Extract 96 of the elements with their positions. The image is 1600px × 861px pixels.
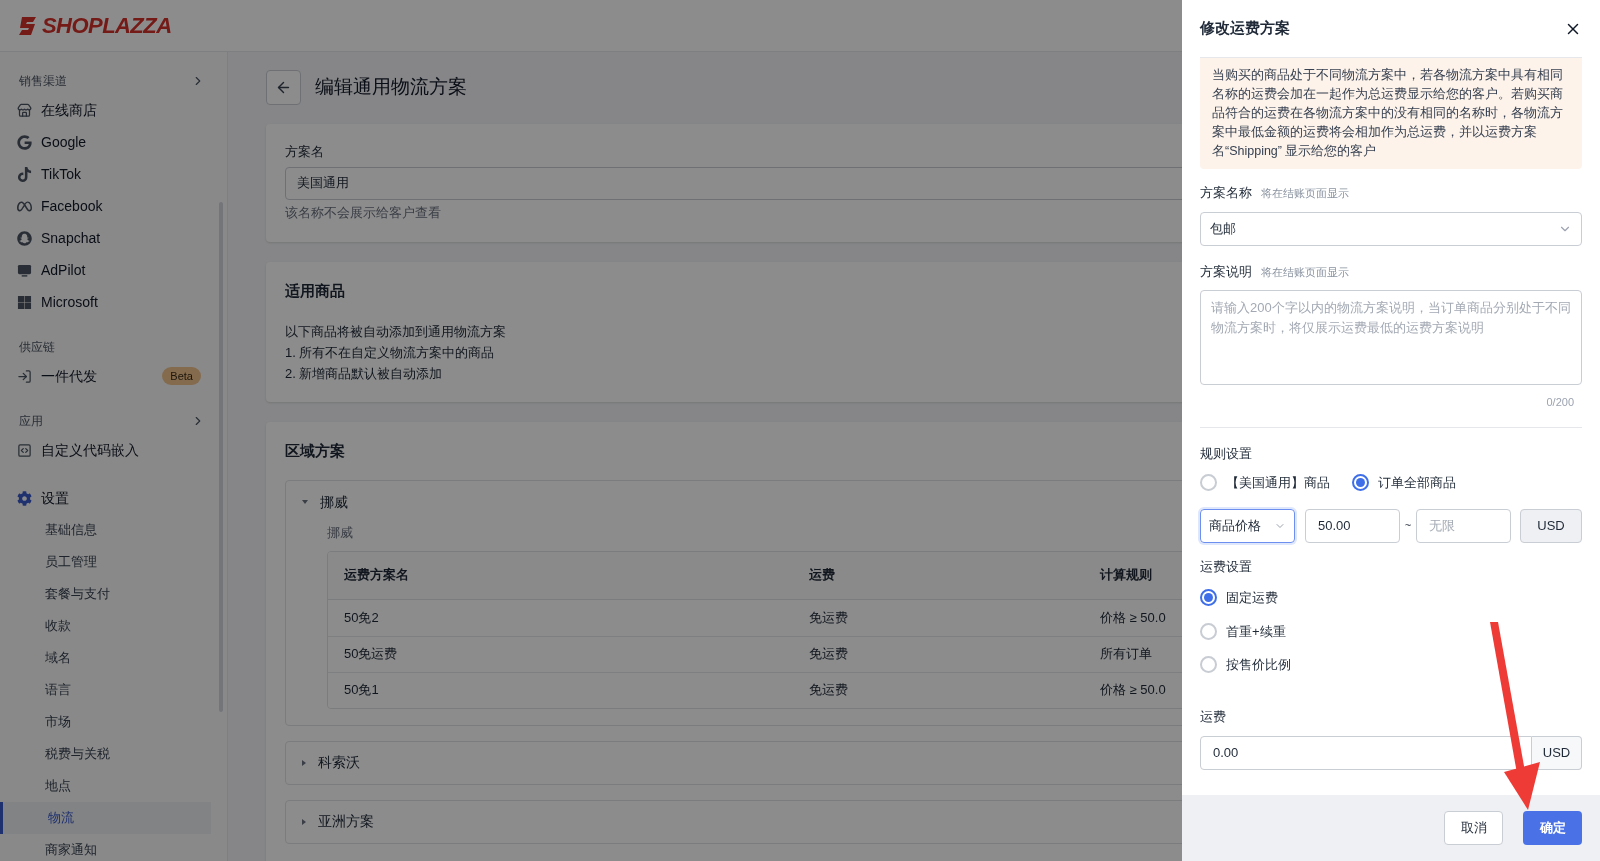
beta-badge: Beta (162, 366, 201, 386)
page-title: 编辑通用物流方案 (315, 75, 467, 100)
settings-icon (17, 490, 32, 506)
sidebar-subitem[interactable]: 收款 (0, 610, 211, 642)
google-icon (17, 134, 32, 150)
caret-right-icon[interactable] (302, 759, 306, 766)
range-separator: ~ (1403, 518, 1413, 534)
radio-button[interactable] (1200, 474, 1217, 492)
back-button[interactable] (266, 70, 301, 105)
notice-text: 当购买的商品处于不同物流方案中，若各物流方案中具有相同名称的运费会加在一起作为总运费显示给您的客户。若购买商品符合的运费在各物流方案中的没有相同的名称时，各物流方案中最低金额的运费将会相加作为总运费，并以运费方案名“Shipping” 显示给您的客户 (1200, 58, 1582, 169)
description-line: 2. 新增商品默认被自动添加 (285, 364, 444, 383)
section-title: 供应链 (19, 339, 55, 356)
table-cell-text: 50免运费 (344, 645, 399, 664)
condition-select[interactable]: 商品价格 (1200, 508, 1295, 543)
card-title: 区域方案 (285, 440, 346, 461)
monitor-icon (17, 262, 32, 278)
radio-button[interactable] (1200, 622, 1217, 640)
radio-button[interactable] (1200, 589, 1217, 607)
description-field[interactable]: 请输入200个字以内的物流方案说明，当订单商品分别处于不同物流方案时，将仅展示运费最低的运费方案说明 (1200, 290, 1582, 385)
radio-label[interactable]: 【美国通用】商品 (1226, 473, 1330, 493)
table-cell-text: 50免2 (344, 608, 380, 627)
fee-input[interactable]: 0.00 (1200, 736, 1532, 770)
field-label: 方案名 (285, 143, 325, 161)
char-counter: 0/200 (1546, 395, 1574, 410)
sidebar-subitem[interactable]: 市场 (0, 706, 211, 738)
sidebar-subitem[interactable]: 物流 (0, 802, 211, 834)
table-cell-text: 免运费 (809, 645, 849, 664)
sidebar-item[interactable]: TikTok (41, 163, 81, 185)
currency-label: USD (1532, 736, 1582, 770)
radio-label[interactable]: 按售价比例 (1226, 655, 1291, 675)
confirm-button[interactable]: 确定 (1523, 811, 1582, 845)
sidebar-item[interactable]: 自定义代码嵌入 (41, 439, 139, 461)
zone-name[interactable]: 科索沃 (318, 752, 360, 773)
section-title: 应用 (19, 413, 43, 430)
sidebar-subitem[interactable]: 套餐与支付 (0, 578, 211, 610)
hint-text: 将在结账页面显示 (1261, 186, 1349, 201)
sidebar-item[interactable]: Google (41, 131, 87, 153)
card-title: 适用商品 (285, 281, 346, 301)
sidebar-item[interactable]: Snapchat (41, 227, 101, 249)
table-cell-text: 价格 ≥ 50.0 (1100, 681, 1167, 700)
sidebar-subitem[interactable]: 商家通知 (0, 834, 211, 861)
min-input[interactable]: 50.00 (1305, 508, 1400, 543)
table-cell-text: 价格 ≥ 50.0 (1100, 608, 1167, 627)
table-cell-text: 免运费 (809, 681, 849, 700)
caret-down-icon[interactable] (302, 500, 308, 504)
sidebar-subitem[interactable]: 基础信息 (0, 514, 211, 546)
zone-name[interactable]: 亚洲方案 (318, 811, 374, 832)
radio-button[interactable] (1200, 656, 1217, 674)
logo-icon (18, 14, 38, 37)
ghost-icon (17, 230, 32, 246)
column-header: 计算规则 (1100, 566, 1153, 585)
zone-name[interactable]: 挪威 (320, 491, 348, 513)
store-icon (17, 102, 32, 118)
sidebar-subitem[interactable]: 员工管理 (0, 546, 211, 578)
column-header: 运费方案名 (344, 566, 410, 585)
zone-subtitle: 挪威 (327, 524, 354, 542)
sidebar-subitem[interactable]: 语言 (0, 674, 211, 706)
description-line: 1. 所有不在自定义物流方案中的商品 (285, 343, 496, 362)
radio-label[interactable]: 固定运费 (1226, 588, 1278, 608)
cancel-button[interactable]: 取消 (1444, 811, 1503, 845)
hint-text: 将在结账页面显示 (1261, 264, 1349, 280)
windows-icon (17, 294, 32, 310)
section-label: 运费设置 (1200, 557, 1253, 576)
logo-text: SHOPLAZZA (42, 12, 172, 40)
max-input[interactable]: 无限 (1416, 508, 1511, 543)
plan-name-select[interactable]: 包邮 (1200, 211, 1582, 246)
sidebar-item[interactable]: AdPilot (41, 259, 86, 281)
section-title: 销售渠道 (19, 73, 67, 90)
sidebar-item[interactable]: 一件代发 (41, 365, 97, 387)
sidebar-item[interactable]: Microsoft (41, 291, 98, 313)
description-line: 以下商品将被自动添加到通用物流方案 (285, 322, 507, 341)
field-label: 方案说明 (1200, 262, 1252, 281)
table-cell-text: 所有订单 (1100, 645, 1153, 664)
radio-label[interactable]: 订单全部商品 (1378, 473, 1456, 493)
radio-button[interactable] (1352, 474, 1369, 492)
sidebar-subitem[interactable]: 税费与关税 (0, 738, 211, 770)
sidebar-subitem[interactable]: 域名 (0, 642, 211, 674)
code-icon (17, 442, 32, 458)
sidebar-item[interactable]: 在线商店 (41, 99, 97, 121)
table-cell-text: 50免1 (344, 681, 380, 700)
field-label: 方案名称 (1200, 184, 1252, 202)
section-label: 运费 (1200, 707, 1227, 726)
currency-label: USD (1520, 508, 1582, 543)
import-icon (17, 368, 32, 384)
table-cell-text: 免运费 (809, 608, 849, 627)
sidebar-item[interactable]: 设置 (41, 487, 69, 509)
tiktok-icon (17, 166, 32, 182)
text-input[interactable]: 美国通用 (285, 166, 1182, 200)
drawer-title: 修改运费方案 (1200, 18, 1290, 39)
sidebar-subitem[interactable]: 地点 (0, 770, 211, 802)
column-header: 运费 (809, 566, 836, 585)
hint-text: 该名称不会展示给客户查看 (285, 203, 442, 222)
section-label: 规则设置 (1200, 444, 1253, 463)
radio-label[interactable]: 首重+续重 (1226, 621, 1286, 641)
caret-right-icon[interactable] (302, 818, 306, 825)
sidebar-item[interactable]: Facebook (41, 195, 103, 217)
